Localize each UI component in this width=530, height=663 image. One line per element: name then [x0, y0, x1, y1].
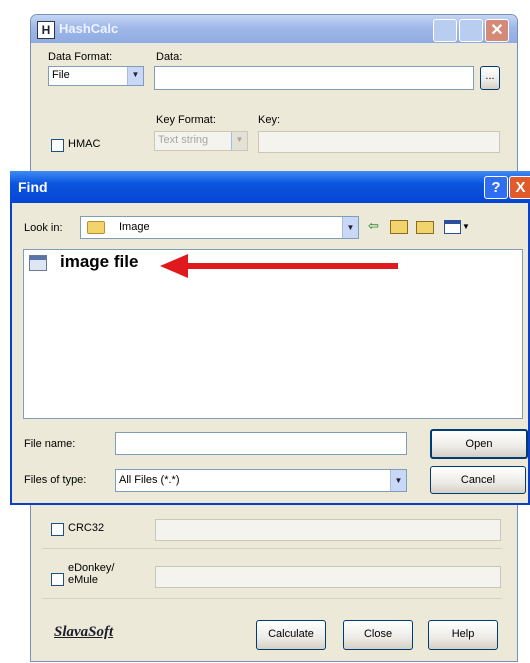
hmac-checkbox[interactable]	[51, 139, 64, 152]
browse-button[interactable]: ...	[480, 66, 500, 90]
key-format-value: Text string	[158, 134, 209, 146]
new-folder-icon[interactable]	[416, 221, 434, 234]
files-of-type-label: Files of type:	[24, 474, 87, 486]
data-label: Data:	[156, 51, 183, 63]
chevron-down-icon: ▼	[390, 470, 406, 491]
hashcalc-app-icon: H	[37, 21, 55, 39]
data-format-select[interactable]: File ▼	[48, 66, 144, 86]
data-format-label: Data Format:	[48, 51, 113, 63]
hashcalc-title-bar[interactable]: H HashCalc ✕	[31, 15, 517, 43]
minimize-icon[interactable]	[433, 19, 457, 42]
key-format-label: Key Format:	[156, 114, 216, 126]
edonkey-label-line2: eMule	[68, 574, 98, 586]
annotation-arrow-head	[160, 254, 188, 278]
back-arrow-icon[interactable]: ⇦	[368, 219, 382, 233]
crc32-output	[155, 519, 501, 541]
up-folder-icon[interactable]	[390, 220, 408, 234]
find-title-bar[interactable]: Find ? X	[10, 171, 530, 203]
close-button[interactable]: Close	[343, 620, 413, 650]
separator	[42, 598, 502, 599]
help-icon[interactable]: ?	[484, 176, 508, 199]
chevron-down-icon: ▼	[342, 217, 358, 238]
files-of-type-value: All Files (*.*)	[119, 474, 180, 486]
maximize-icon[interactable]	[459, 19, 483, 42]
chevron-down-icon[interactable]: ▼	[462, 222, 470, 231]
files-of-type-select[interactable]: All Files (*.*) ▼	[115, 469, 407, 492]
edonkey-output	[155, 566, 501, 588]
close-icon[interactable]: X	[509, 176, 530, 199]
image-file-icon[interactable]	[29, 255, 47, 271]
look-in-select[interactable]: Image ▼	[80, 216, 359, 239]
cancel-button[interactable]: Cancel	[430, 466, 526, 494]
crc32-checkbox[interactable]	[51, 523, 64, 536]
close-icon[interactable]: ✕	[485, 19, 509, 42]
data-input[interactable]	[154, 66, 474, 90]
key-label: Key:	[258, 114, 281, 126]
edonkey-checkbox[interactable]	[51, 573, 64, 586]
look-in-label: Look in:	[24, 222, 63, 234]
open-button[interactable]: Open	[430, 429, 528, 459]
find-title: Find	[18, 179, 48, 195]
view-menu-icon[interactable]	[444, 220, 461, 234]
calculate-button[interactable]: Calculate	[256, 620, 326, 650]
chevron-down-icon: ▼	[127, 67, 143, 85]
slavasoft-logo: SlavaSoft	[54, 624, 114, 640]
help-button[interactable]: Help	[428, 620, 498, 650]
edonkey-label-line1: eDonkey/	[68, 562, 115, 574]
key-format-select[interactable]: Text string ▼	[154, 131, 248, 151]
folder-icon	[87, 221, 105, 234]
annotation-arrow	[160, 254, 398, 278]
chevron-down-icon: ▼	[231, 132, 247, 150]
crc32-label: CRC32	[68, 522, 105, 534]
key-input[interactable]	[258, 131, 500, 153]
hashcalc-title: HashCalc	[59, 21, 119, 36]
separator	[42, 548, 502, 549]
annotation-arrow-shaft	[186, 263, 398, 269]
data-format-value: File	[52, 69, 70, 81]
file-item-label[interactable]: image file	[60, 252, 138, 272]
file-name-input[interactable]	[115, 432, 407, 455]
hmac-label: HMAC	[68, 138, 101, 150]
file-name-label: File name:	[24, 438, 76, 450]
look-in-value: Image	[119, 221, 150, 233]
edonkey-label: eDonkey/ eMule	[68, 562, 114, 586]
